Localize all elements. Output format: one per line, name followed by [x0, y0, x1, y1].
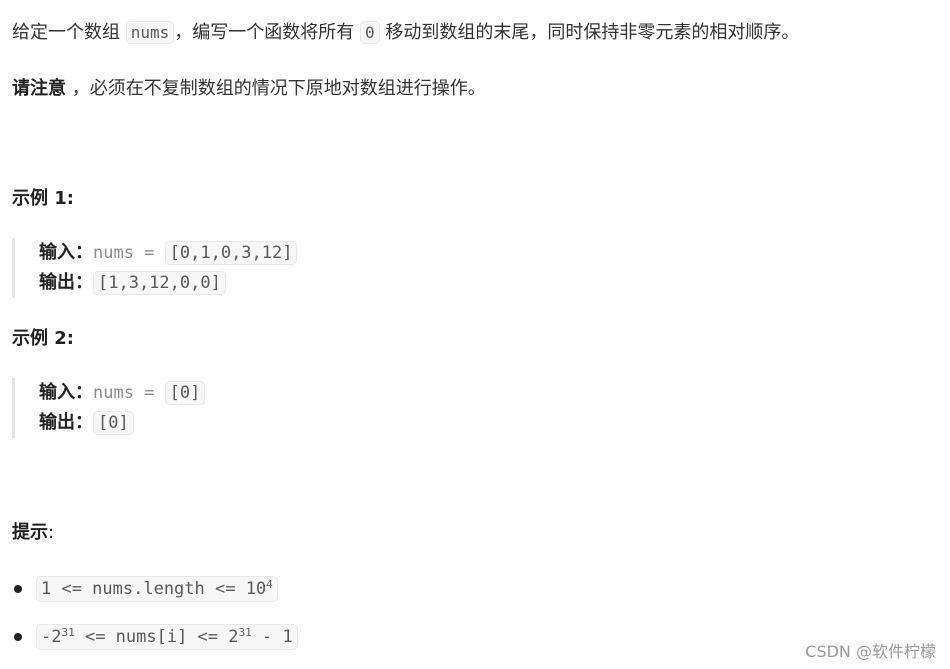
note-bold: 请注意: [12, 78, 66, 99]
output-value: [1,3,12,0,0]: [93, 271, 226, 295]
hint-text: 1 <= nums.length <= 10: [41, 579, 267, 599]
output-label: 输出：: [39, 272, 93, 293]
output-value: [0]: [93, 411, 134, 435]
hints-title-text: 提示: [12, 522, 48, 543]
input-prefix: nums =: [93, 243, 165, 263]
problem-description: 给定一个数组 nums ，编写一个函数将所有 0 移动到数组的末尾，同时保持非零元…: [12, 20, 799, 46]
hint-exponent: 4: [266, 578, 273, 591]
intro-text-1: 给定一个数组: [12, 22, 126, 43]
inline-code-nums: nums: [125, 21, 175, 44]
example-2-input: 输入：nums = [0]: [39, 378, 639, 408]
input-value: [0]: [164, 381, 206, 405]
hint-code: -231 <= nums[i] <= 231 - 1: [36, 624, 298, 650]
example-1-block: 输入：nums = [0,1,0,3,12] 输出： [1,3,12,0,0]: [12, 238, 639, 298]
hint-text: - 1: [251, 627, 293, 647]
intro-text-3: 移动到数组的末尾，同时保持非零元素的相对顺序。: [379, 22, 800, 43]
example-2-title: 示例 2:: [12, 328, 74, 349]
input-label: 输入：: [39, 242, 93, 263]
example-2-block: 输入：nums = [0] 输出： [0]: [12, 378, 639, 438]
hints-title: 提示:: [12, 520, 54, 546]
bullet-icon: [14, 633, 22, 641]
output-label: 输出：: [39, 412, 93, 433]
input-label: 输入：: [39, 382, 93, 403]
hint-code: 1 <= nums.length <= 104: [36, 576, 278, 602]
hint-item: -231 <= nums[i] <= 231 - 1: [12, 620, 298, 668]
example-2-output: 输出： [0]: [39, 408, 639, 438]
input-value: [0,1,0,3,12]: [164, 241, 298, 265]
note-paragraph: 请注意 ，必须在不复制数组的情况下原地对数组进行操作。: [12, 76, 486, 102]
inline-code-zero: 0: [360, 21, 380, 44]
example-1-output: 输出： [1,3,12,0,0]: [39, 268, 639, 298]
hints-list: 1 <= nums.length <= 104 -231 <= nums[i] …: [12, 572, 298, 668]
hints-title-colon: :: [48, 522, 55, 543]
note-text: ，必须在不复制数组的情况下原地对数组进行操作。: [66, 78, 486, 99]
input-prefix: nums =: [93, 383, 165, 403]
watermark: CSDN @软件柠檬: [805, 642, 936, 661]
example-1-input: 输入：nums = [0,1,0,3,12]: [39, 238, 639, 268]
hint-exponent: 31: [238, 626, 252, 639]
bullet-icon: [14, 585, 22, 593]
hint-exponent: 31: [61, 626, 75, 639]
example-1-title: 示例 1:: [12, 188, 74, 209]
intro-text-2: ，编写一个函数将所有: [174, 22, 360, 43]
hint-item: 1 <= nums.length <= 104: [12, 572, 298, 620]
hint-text: -2: [41, 627, 62, 647]
hint-text: <= nums[i] <= 2: [74, 627, 239, 647]
